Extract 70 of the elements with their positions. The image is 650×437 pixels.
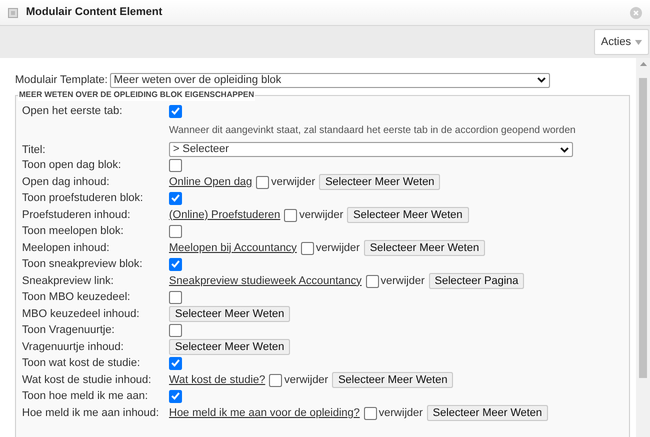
checkbox[interactable] (284, 208, 298, 222)
field-label: Titel: (22, 142, 46, 156)
checkbox[interactable] (366, 274, 379, 288)
field-label: Modulair Template: (15, 73, 108, 88)
checkmark-icon (171, 107, 180, 115)
field-label: Toon hoe meld ik me aan: (22, 388, 149, 404)
fieldset-legend: MEER WETEN OVER DE OPLEIDING BLOK EIGENSCHAPPEN (18, 88, 256, 100)
checkbox[interactable] (256, 176, 270, 188)
field-label: Toon meelopen blok: (22, 224, 125, 238)
field-label: Open dag inhoud: (22, 175, 110, 189)
content-link[interactable]: Online Open dag (169, 174, 252, 190)
field-label: Toon Vragenuurtje: (22, 322, 116, 338)
checkbox[interactable] (169, 192, 182, 204)
field-label: Toon MBO keuzedeel: (22, 290, 132, 304)
chevron-down-icon (560, 146, 569, 152)
checkbox[interactable] (169, 158, 182, 172)
remove-label: verwijder (284, 372, 328, 388)
checkbox[interactable] (169, 324, 182, 336)
remove-label: verwijder (271, 174, 316, 190)
content-link[interactable]: (Online) Proefstuderen (169, 206, 280, 224)
remove-label: verwijder (299, 208, 344, 223)
caret-icon (635, 40, 642, 44)
select-button[interactable]: Selecteer Pagina (428, 273, 524, 289)
field-label: Toon open dag blok: (22, 158, 122, 172)
scroll-up-icon[interactable] (640, 62, 646, 66)
checkmark-icon (171, 392, 180, 400)
checkmark-icon (171, 359, 180, 367)
checkbox[interactable] (364, 406, 377, 420)
title-select[interactable]: > Selecteer (169, 142, 573, 157)
field-label: Hoe meld ik me aan inhoud: (22, 406, 160, 420)
field-label: Meelopen inhoud: (22, 241, 110, 255)
checkbox[interactable] (169, 290, 182, 304)
checkbox[interactable] (169, 258, 182, 270)
select-button[interactable]: Selecteer Meer Weten (319, 174, 440, 190)
template-select[interactable]: Meer weten over de opleiding blok (110, 72, 550, 88)
remove-label: verwijder (380, 274, 425, 289)
content-link[interactable]: Sneakpreview studieweek Accountancy (169, 272, 362, 290)
checkbox[interactable] (269, 374, 282, 386)
checkbox[interactable] (169, 390, 182, 402)
field-label: Wat kost de studie inhoud: (22, 373, 152, 387)
field-label: Toon wat kost de studie: (22, 356, 142, 370)
remove-label: verwijder (316, 240, 360, 256)
checkbox[interactable] (169, 224, 182, 238)
select-button[interactable]: Selecteer Meer Weten (426, 405, 548, 421)
checkbox[interactable] (169, 104, 182, 118)
select-button[interactable]: Selecteer Meer Weten (332, 372, 454, 388)
field-label: Toon proefstuderen blok: (22, 190, 144, 206)
checkbox[interactable] (300, 242, 314, 254)
field-label: Sneakpreview link: (22, 274, 115, 288)
select-button[interactable]: Selecteer Meer Weten (169, 306, 290, 322)
actions-button[interactable]: Acties (594, 29, 649, 55)
content-link[interactable]: Meelopen bij Accountancy (169, 240, 297, 256)
content-link[interactable]: Hoe meld ik me aan voor de opleiding? (169, 404, 360, 422)
hint-text: Wanneer dit aangevinkt staat, zal standaard het eerste tab in de accordion geopend worden (169, 124, 576, 138)
remove-label: verwijder (378, 406, 423, 421)
field-label: MBO keuzedeel inhoud: (22, 307, 140, 321)
select-button[interactable]: Selecteer Meer Weten (364, 240, 486, 256)
content-link[interactable]: Wat kost de studie? (169, 372, 266, 388)
field-label: Toon sneakpreview blok: (22, 256, 144, 272)
checkmark-icon (171, 260, 180, 268)
checkmark-icon (171, 194, 180, 202)
select-button[interactable]: Selecteer Meer Weten (347, 207, 469, 223)
select-button[interactable]: Selecteer Meer Weten (169, 339, 290, 355)
window-title: Modulair Content Element (26, 5, 162, 20)
field-label: Vragenuurtje inhoud: (22, 340, 125, 354)
field-label: Proefstuderen inhoud: (22, 208, 132, 222)
window-icon (8, 8, 18, 18)
checkbox[interactable] (169, 356, 182, 370)
field-label: Open het eerste tab: (22, 104, 124, 118)
chevron-down-icon (536, 77, 546, 84)
